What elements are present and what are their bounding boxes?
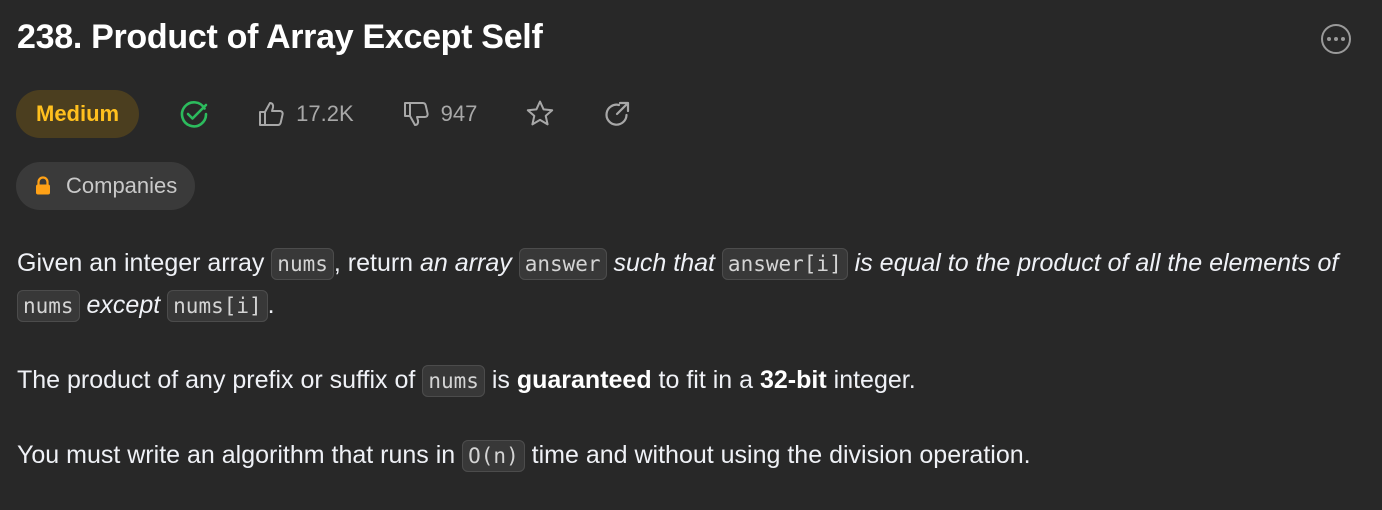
text: is [484, 366, 517, 394]
inline-code: nums [271, 248, 334, 280]
inline-code: answer[i] [721, 248, 848, 280]
inline-code: nums[i] [167, 290, 268, 322]
companies-label: Companies [66, 173, 178, 198]
inline-code: O(n) [462, 440, 525, 472]
italic-text: an array [420, 249, 512, 277]
problem-meta-row: Medium 17.2K 947 [16, 90, 632, 138]
share-icon[interactable] [602, 99, 632, 129]
thumbs-down-icon [401, 99, 431, 129]
text: integer. [826, 366, 916, 394]
text: to fit in a [651, 366, 760, 394]
bold-text: guaranteed [516, 366, 652, 394]
italic-text: such that [613, 249, 715, 277]
problem-title: 238. Product of Array Except Self [17, 18, 543, 56]
text: The product of any prefix or suffix of [17, 366, 423, 394]
dislike-count: 947 [440, 101, 478, 126]
lock-icon [34, 176, 52, 196]
description-paragraph-3: You must write an algorithm that runs in… [17, 435, 1362, 477]
text: time and without using the division oper… [524, 441, 1031, 469]
inline-code: nums [422, 365, 485, 397]
more-options-icon[interactable] [1321, 24, 1351, 54]
text: Given an integer array [17, 249, 272, 277]
description-paragraph-2: The product of any prefix or suffix of n… [17, 360, 1362, 402]
problem-description: Given an integer array nums, return an a… [17, 243, 1362, 510]
text: , return [333, 249, 421, 277]
description-paragraph-1: Given an integer array nums, return an a… [17, 243, 1362, 327]
inline-code: answer [518, 248, 607, 280]
italic-text: is equal to the product of all the eleme… [854, 249, 1339, 277]
text: You must write an algorithm that runs in [17, 441, 463, 469]
italic-text: except [86, 291, 161, 319]
bold-text: 32-bit [760, 366, 827, 394]
like-count: 17.2K [296, 101, 354, 126]
inline-code: nums [17, 290, 80, 322]
text: . [267, 291, 275, 319]
like-button[interactable]: 17.2K [256, 99, 354, 129]
thumbs-up-icon [256, 99, 286, 129]
check-circle-icon [179, 99, 209, 129]
dislike-button[interactable]: 947 [401, 99, 478, 129]
star-icon[interactable] [524, 98, 556, 130]
difficulty-badge: Medium [16, 90, 140, 138]
companies-button[interactable]: Companies [16, 162, 196, 210]
